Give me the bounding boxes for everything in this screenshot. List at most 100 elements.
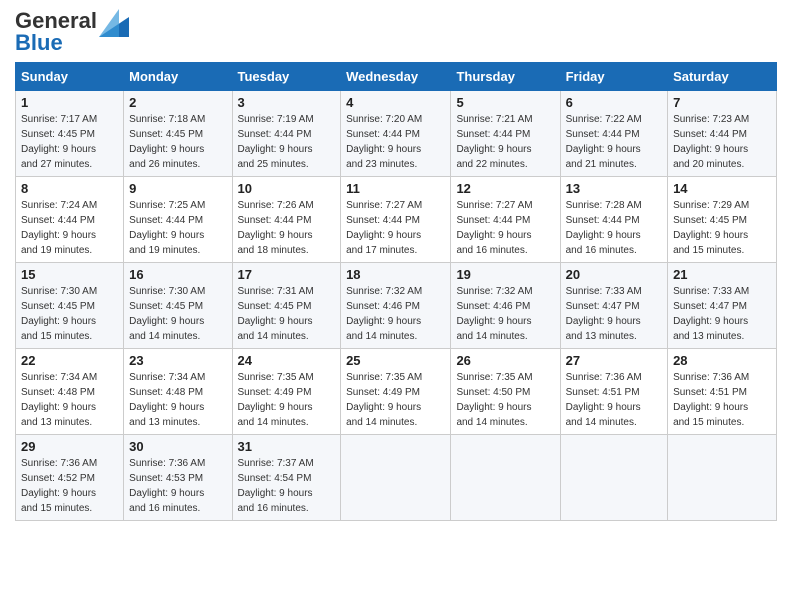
day-info: Sunrise: 7:23 AMSunset: 4:44 PMDaylight:…: [673, 114, 749, 170]
day-info: Sunrise: 7:27 AMSunset: 4:44 PMDaylight:…: [456, 200, 532, 256]
calendar-cell: 14 Sunrise: 7:29 AMSunset: 4:45 PMDaylig…: [668, 177, 777, 263]
day-number: 10: [238, 181, 336, 196]
day-info: Sunrise: 7:20 AMSunset: 4:44 PMDaylight:…: [346, 114, 422, 170]
day-number: 25: [346, 353, 445, 368]
week-row-3: 15 Sunrise: 7:30 AMSunset: 4:45 PMDaylig…: [16, 263, 777, 349]
calendar-cell: 19 Sunrise: 7:32 AMSunset: 4:46 PMDaylig…: [451, 263, 560, 349]
calendar-cell: 23 Sunrise: 7:34 AMSunset: 4:48 PMDaylig…: [124, 349, 232, 435]
calendar-cell: 31 Sunrise: 7:37 AMSunset: 4:54 PMDaylig…: [232, 435, 341, 521]
logo: General Blue: [15, 10, 129, 54]
day-number: 4: [346, 95, 445, 110]
day-info: Sunrise: 7:31 AMSunset: 4:45 PMDaylight:…: [238, 286, 314, 342]
day-info: Sunrise: 7:35 AMSunset: 4:49 PMDaylight:…: [238, 372, 314, 428]
day-info: Sunrise: 7:35 AMSunset: 4:50 PMDaylight:…: [456, 372, 532, 428]
day-info: Sunrise: 7:30 AMSunset: 4:45 PMDaylight:…: [21, 286, 97, 342]
day-number: 14: [673, 181, 771, 196]
day-number: 16: [129, 267, 226, 282]
calendar-cell: 5 Sunrise: 7:21 AMSunset: 4:44 PMDayligh…: [451, 91, 560, 177]
day-number: 24: [238, 353, 336, 368]
day-number: 31: [238, 439, 336, 454]
logo-blue: Blue: [15, 30, 63, 55]
calendar-cell: 4 Sunrise: 7:20 AMSunset: 4:44 PMDayligh…: [341, 91, 451, 177]
calendar-cell: 20 Sunrise: 7:33 AMSunset: 4:47 PMDaylig…: [560, 263, 667, 349]
calendar-cell: 24 Sunrise: 7:35 AMSunset: 4:49 PMDaylig…: [232, 349, 341, 435]
calendar-cell: 30 Sunrise: 7:36 AMSunset: 4:53 PMDaylig…: [124, 435, 232, 521]
day-number: 1: [21, 95, 118, 110]
week-row-5: 29 Sunrise: 7:36 AMSunset: 4:52 PMDaylig…: [16, 435, 777, 521]
day-info: Sunrise: 7:26 AMSunset: 4:44 PMDaylight:…: [238, 200, 314, 256]
day-number: 30: [129, 439, 226, 454]
day-number: 20: [566, 267, 662, 282]
calendar-cell: 2 Sunrise: 7:18 AMSunset: 4:45 PMDayligh…: [124, 91, 232, 177]
calendar-cell: 17 Sunrise: 7:31 AMSunset: 4:45 PMDaylig…: [232, 263, 341, 349]
week-row-2: 8 Sunrise: 7:24 AMSunset: 4:44 PMDayligh…: [16, 177, 777, 263]
calendar-cell: 1 Sunrise: 7:17 AMSunset: 4:45 PMDayligh…: [16, 91, 124, 177]
day-info: Sunrise: 7:34 AMSunset: 4:48 PMDaylight:…: [21, 372, 97, 428]
calendar-cell: 9 Sunrise: 7:25 AMSunset: 4:44 PMDayligh…: [124, 177, 232, 263]
calendar-cell: 11 Sunrise: 7:27 AMSunset: 4:44 PMDaylig…: [341, 177, 451, 263]
day-number: 23: [129, 353, 226, 368]
day-number: 6: [566, 95, 662, 110]
day-info: Sunrise: 7:36 AMSunset: 4:53 PMDaylight:…: [129, 458, 205, 514]
day-info: Sunrise: 7:33 AMSunset: 4:47 PMDaylight:…: [673, 286, 749, 342]
day-info: Sunrise: 7:32 AMSunset: 4:46 PMDaylight:…: [456, 286, 532, 342]
day-number: 12: [456, 181, 554, 196]
day-number: 7: [673, 95, 771, 110]
day-info: Sunrise: 7:22 AMSunset: 4:44 PMDaylight:…: [566, 114, 642, 170]
week-row-1: 1 Sunrise: 7:17 AMSunset: 4:45 PMDayligh…: [16, 91, 777, 177]
day-number: 15: [21, 267, 118, 282]
calendar-cell: 13 Sunrise: 7:28 AMSunset: 4:44 PMDaylig…: [560, 177, 667, 263]
day-number: 17: [238, 267, 336, 282]
day-number: 5: [456, 95, 554, 110]
calendar-cell: 15 Sunrise: 7:30 AMSunset: 4:45 PMDaylig…: [16, 263, 124, 349]
calendar-cell: [341, 435, 451, 521]
calendar-cell: [560, 435, 667, 521]
day-number: 11: [346, 181, 445, 196]
day-info: Sunrise: 7:27 AMSunset: 4:44 PMDaylight:…: [346, 200, 422, 256]
day-info: Sunrise: 7:35 AMSunset: 4:49 PMDaylight:…: [346, 372, 422, 428]
calendar-cell: [668, 435, 777, 521]
col-header-thursday: Thursday: [451, 63, 560, 91]
calendar-cell: 21 Sunrise: 7:33 AMSunset: 4:47 PMDaylig…: [668, 263, 777, 349]
day-info: Sunrise: 7:21 AMSunset: 4:44 PMDaylight:…: [456, 114, 532, 170]
calendar-cell: 10 Sunrise: 7:26 AMSunset: 4:44 PMDaylig…: [232, 177, 341, 263]
day-info: Sunrise: 7:33 AMSunset: 4:47 PMDaylight:…: [566, 286, 642, 342]
day-info: Sunrise: 7:34 AMSunset: 4:48 PMDaylight:…: [129, 372, 205, 428]
day-info: Sunrise: 7:36 AMSunset: 4:52 PMDaylight:…: [21, 458, 97, 514]
day-number: 29: [21, 439, 118, 454]
day-number: 8: [21, 181, 118, 196]
day-info: Sunrise: 7:28 AMSunset: 4:44 PMDaylight:…: [566, 200, 642, 256]
day-number: 22: [21, 353, 118, 368]
col-header-monday: Monday: [124, 63, 232, 91]
calendar-cell: 6 Sunrise: 7:22 AMSunset: 4:44 PMDayligh…: [560, 91, 667, 177]
col-header-wednesday: Wednesday: [341, 63, 451, 91]
calendar-cell: 26 Sunrise: 7:35 AMSunset: 4:50 PMDaylig…: [451, 349, 560, 435]
day-info: Sunrise: 7:36 AMSunset: 4:51 PMDaylight:…: [566, 372, 642, 428]
day-info: Sunrise: 7:18 AMSunset: 4:45 PMDaylight:…: [129, 114, 205, 170]
day-number: 3: [238, 95, 336, 110]
calendar-table: SundayMondayTuesdayWednesdayThursdayFrid…: [15, 62, 777, 521]
day-info: Sunrise: 7:25 AMSunset: 4:44 PMDaylight:…: [129, 200, 205, 256]
calendar-cell: 27 Sunrise: 7:36 AMSunset: 4:51 PMDaylig…: [560, 349, 667, 435]
day-number: 26: [456, 353, 554, 368]
day-info: Sunrise: 7:17 AMSunset: 4:45 PMDaylight:…: [21, 114, 97, 170]
calendar-cell: 12 Sunrise: 7:27 AMSunset: 4:44 PMDaylig…: [451, 177, 560, 263]
calendar-cell: 29 Sunrise: 7:36 AMSunset: 4:52 PMDaylig…: [16, 435, 124, 521]
day-info: Sunrise: 7:29 AMSunset: 4:45 PMDaylight:…: [673, 200, 749, 256]
calendar-cell: 18 Sunrise: 7:32 AMSunset: 4:46 PMDaylig…: [341, 263, 451, 349]
day-number: 13: [566, 181, 662, 196]
day-number: 9: [129, 181, 226, 196]
day-info: Sunrise: 7:32 AMSunset: 4:46 PMDaylight:…: [346, 286, 422, 342]
day-number: 21: [673, 267, 771, 282]
calendar-cell: 3 Sunrise: 7:19 AMSunset: 4:44 PMDayligh…: [232, 91, 341, 177]
day-info: Sunrise: 7:19 AMSunset: 4:44 PMDaylight:…: [238, 114, 314, 170]
day-number: 28: [673, 353, 771, 368]
col-header-tuesday: Tuesday: [232, 63, 341, 91]
calendar-cell: 28 Sunrise: 7:36 AMSunset: 4:51 PMDaylig…: [668, 349, 777, 435]
day-info: Sunrise: 7:24 AMSunset: 4:44 PMDaylight:…: [21, 200, 97, 256]
day-info: Sunrise: 7:37 AMSunset: 4:54 PMDaylight:…: [238, 458, 314, 514]
col-header-saturday: Saturday: [668, 63, 777, 91]
calendar-cell: 16 Sunrise: 7:30 AMSunset: 4:45 PMDaylig…: [124, 263, 232, 349]
day-number: 2: [129, 95, 226, 110]
calendar-cell: [451, 435, 560, 521]
